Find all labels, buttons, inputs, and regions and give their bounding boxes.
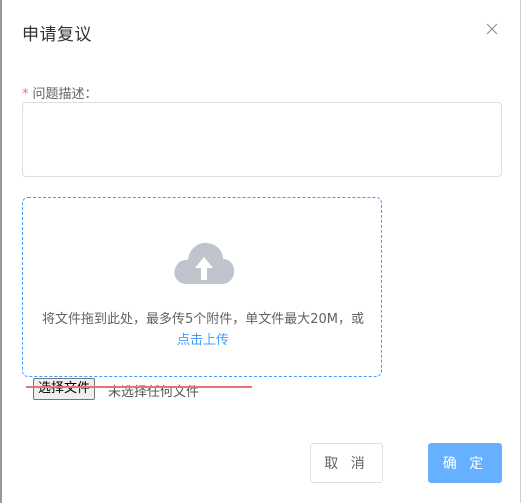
description-label: * 问题描述： — [22, 83, 98, 102]
cloud-upload-icon — [173, 240, 235, 286]
confirm-button[interactable]: 确 定 — [428, 443, 502, 483]
description-textarea[interactable] — [22, 102, 502, 177]
strikethrough-line — [26, 386, 252, 388]
upload-dropzone[interactable]: 将文件拖到此处，最多传5个附件，单文件最大20M，或 点击上传 — [22, 197, 382, 377]
required-mark: * — [22, 87, 29, 102]
click-upload-link[interactable]: 点击上传 — [23, 329, 383, 348]
dialog-title: 申请复议 — [22, 25, 92, 45]
close-icon[interactable] — [485, 22, 503, 40]
choose-file-button[interactable]: 选择文件 — [33, 378, 96, 400]
upload-instructions: 将文件拖到此处，最多传5个附件，单文件最大20M，或 — [41, 312, 365, 327]
cancel-button[interactable]: 取 消 — [310, 443, 383, 483]
description-label-text: 问题描述： — [32, 87, 98, 102]
file-status-text: 未选择任何文件 — [108, 385, 200, 400]
